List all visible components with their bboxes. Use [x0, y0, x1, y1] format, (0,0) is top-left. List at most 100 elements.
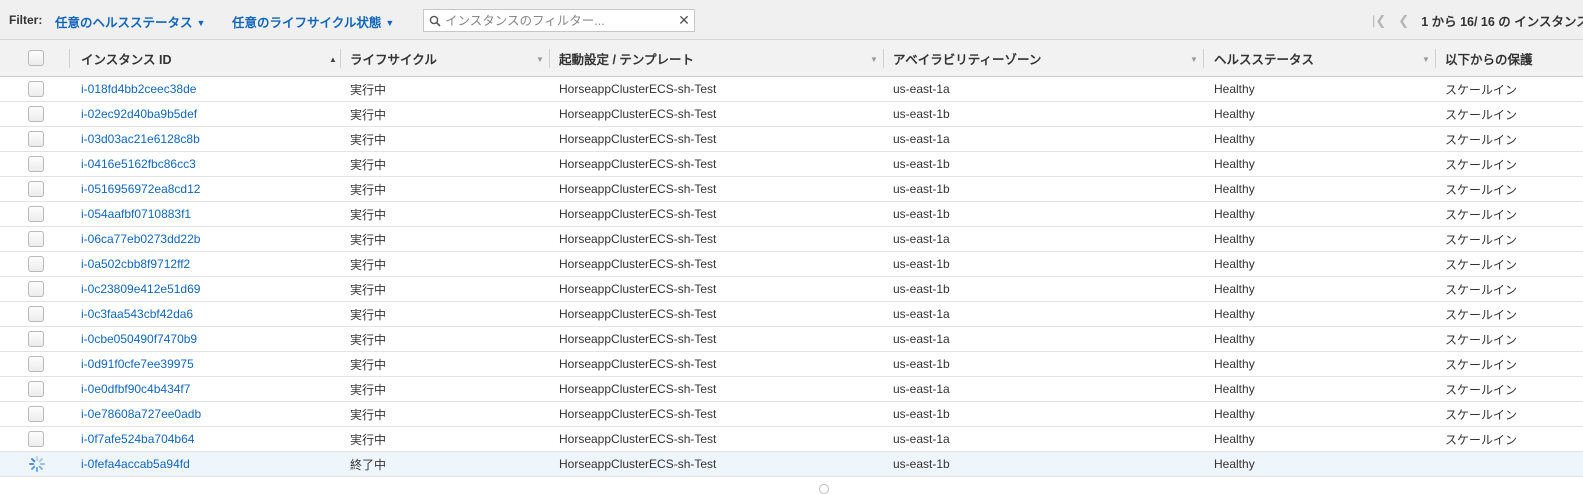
lifecycle-state: 実行中 — [350, 307, 387, 322]
instance-id-link[interactable]: i-0e78608a727ee0adb — [81, 402, 336, 426]
launch-config-name: HorseappClusterECS-sh-Test — [559, 132, 717, 146]
column-menu-icon[interactable]: ▼ — [536, 55, 544, 64]
row-select-cell — [28, 227, 48, 251]
instance-id-link[interactable]: i-0fefa4accab5a94fd — [81, 452, 336, 476]
row-checkbox[interactable] — [28, 231, 44, 247]
row-checkbox[interactable] — [28, 281, 44, 297]
lifecycle-state-dropdown[interactable]: 任意のライフサイクル状態 ▼ — [232, 12, 394, 31]
column-header-lifecycle[interactable]: ライフサイクル — [350, 40, 530, 76]
health-status: Healthy — [1214, 207, 1255, 221]
first-page-icon[interactable]: |❮ — [1372, 13, 1386, 29]
row-checkbox[interactable] — [28, 206, 44, 222]
table-row[interactable]: i-03d03ac21e6128c8b 実行中 HorseappClusterE… — [0, 127, 1583, 152]
instance-id-link[interactable]: i-02ec92d40ba9b5def — [81, 102, 336, 126]
launch-config-name: HorseappClusterECS-sh-Test — [559, 82, 717, 96]
table-row[interactable]: i-06ca77eb0273dd22b 実行中 HorseappClusterE… — [0, 227, 1583, 252]
table-row[interactable]: i-0f7afe524ba704b64 実行中 HorseappClusterE… — [0, 427, 1583, 452]
column-menu-icon[interactable]: ▼ — [870, 55, 878, 64]
instance-filter-input[interactable] — [441, 13, 674, 28]
lifecycle-state: 実行中 — [350, 282, 387, 297]
row-checkbox[interactable] — [28, 356, 44, 372]
table-row[interactable]: i-02ec92d40ba9b5def 実行中 HorseappClusterE… — [0, 102, 1583, 127]
instance-id-link[interactable]: i-0f7afe524ba704b64 — [81, 427, 336, 451]
lifecycle-state: 実行中 — [350, 232, 387, 247]
instance-id-link[interactable]: i-0e0dfbf90c4b434f7 — [81, 377, 336, 401]
column-separator — [69, 49, 70, 68]
column-header-label: アベイラビリティーゾーン — [893, 52, 1042, 67]
table-row[interactable]: i-0a502cbb8f9712ff2 実行中 HorseappClusterE… — [0, 252, 1583, 277]
table-row[interactable]: i-054aafbf0710883f1 実行中 HorseappClusterE… — [0, 202, 1583, 227]
sort-ascending-icon[interactable]: ▲ — [329, 55, 337, 64]
row-checkbox[interactable] — [28, 331, 44, 347]
table-row[interactable]: i-0416e5162fbc86cc3 実行中 HorseappClusterE… — [0, 152, 1583, 177]
table-row[interactable]: i-0e0dfbf90c4b434f7 実行中 HorseappClusterE… — [0, 377, 1583, 402]
row-checkbox[interactable] — [28, 156, 44, 172]
launch-config-name: HorseappClusterECS-sh-Test — [559, 157, 717, 171]
select-all-checkbox[interactable] — [28, 50, 44, 66]
table-row[interactable]: i-0e78608a727ee0adb 実行中 HorseappClusterE… — [0, 402, 1583, 427]
row-checkbox[interactable] — [28, 381, 44, 397]
health-status: Healthy — [1214, 232, 1255, 246]
row-select-cell — [28, 452, 48, 476]
protection-status: スケールイン — [1445, 182, 1518, 197]
instance-id-link[interactable]: i-054aafbf0710883f1 — [81, 202, 336, 226]
instance-id-link[interactable]: i-0c23809e412e51d69 — [81, 277, 336, 301]
instance-id-link[interactable]: i-0cbe050490f7470b9 — [81, 327, 336, 351]
column-header-availability-zone[interactable]: アベイラビリティーゾーン — [893, 40, 1183, 76]
table-row[interactable]: i-018fd4bb2ceec38de 実行中 HorseappClusterE… — [0, 77, 1583, 102]
instance-id-link[interactable]: i-0d91f0cfe7ee39975 — [81, 352, 336, 376]
health-status: Healthy — [1214, 107, 1255, 121]
instance-id-link[interactable]: i-018fd4bb2ceec38de — [81, 77, 336, 101]
row-select-cell — [28, 402, 48, 426]
health-status-dropdown[interactable]: 任意のヘルスステータス ▼ — [55, 12, 205, 31]
lifecycle-state: 実行中 — [350, 107, 387, 122]
prev-page-icon[interactable]: ❮ — [1398, 13, 1409, 29]
instance-id-link[interactable]: i-0416e5162fbc86cc3 — [81, 152, 336, 176]
column-header-launch-config[interactable]: 起動設定 / テンプレート — [559, 40, 859, 76]
row-select-cell — [28, 127, 48, 151]
launch-config-name: HorseappClusterECS-sh-Test — [559, 282, 717, 296]
row-checkbox[interactable] — [28, 131, 44, 147]
protection-status: スケールイン — [1445, 207, 1518, 222]
column-header-instance-id[interactable]: インスタンス ID — [81, 40, 321, 76]
row-checkbox[interactable] — [28, 431, 44, 447]
close-icon[interactable]: ✕ — [674, 12, 694, 29]
filter-label: Filter: — [9, 13, 43, 27]
instance-id-link[interactable]: i-0c3faa543cbf42da6 — [81, 302, 336, 326]
health-status: Healthy — [1214, 307, 1255, 321]
row-checkbox[interactable] — [28, 256, 44, 272]
protection-status: スケールイン — [1445, 407, 1518, 422]
column-header-health-status[interactable]: ヘルスステータス — [1214, 40, 1414, 76]
table-row[interactable]: i-0fefa4accab5a94fd 終了中 HorseappClusterE… — [0, 452, 1583, 477]
row-checkbox[interactable] — [28, 106, 44, 122]
row-checkbox[interactable] — [28, 306, 44, 322]
column-header-protection[interactable]: 以下からの保護 — [1445, 40, 1575, 76]
row-select-cell — [28, 427, 48, 451]
table-row[interactable]: i-0516956972ea8cd12 実行中 HorseappClusterE… — [0, 177, 1583, 202]
row-checkbox[interactable] — [28, 406, 44, 422]
availability-zone: us-east-1b — [893, 282, 950, 296]
row-checkbox[interactable] — [28, 181, 44, 197]
launch-config-name: HorseappClusterECS-sh-Test — [559, 232, 717, 246]
instance-id-link[interactable]: i-0a502cbb8f9712ff2 — [81, 252, 336, 276]
protection-status: スケールイン — [1445, 157, 1518, 172]
lifecycle-state: 実行中 — [350, 257, 387, 272]
instance-id-link[interactable]: i-0516956972ea8cd12 — [81, 177, 336, 201]
column-header-label: ヘルスステータス — [1214, 52, 1315, 67]
health-status: Healthy — [1214, 357, 1255, 371]
instances-table: インスタンス ID ▲ ライフサイクル ▼ 起動設定 / テンプレート ▼ アベ… — [0, 40, 1583, 477]
table-row[interactable]: i-0d91f0cfe7ee39975 実行中 HorseappClusterE… — [0, 352, 1583, 377]
instance-id-link[interactable]: i-03d03ac21e6128c8b — [81, 127, 336, 151]
column-menu-icon[interactable]: ▼ — [1422, 55, 1430, 64]
row-checkbox[interactable] — [28, 81, 44, 97]
availability-zone: us-east-1b — [893, 157, 950, 171]
row-select-cell — [28, 202, 48, 226]
table-row[interactable]: i-0c23809e412e51d69 実行中 HorseappClusterE… — [0, 277, 1583, 302]
table-row[interactable]: i-0c3faa543cbf42da6 実行中 HorseappClusterE… — [0, 302, 1583, 327]
instance-id-link[interactable]: i-06ca77eb0273dd22b — [81, 227, 336, 251]
lifecycle-state: 終了中 — [350, 457, 387, 472]
column-menu-icon[interactable]: ▼ — [1190, 55, 1198, 64]
row-select-cell — [28, 177, 48, 201]
table-row[interactable]: i-0cbe050490f7470b9 実行中 HorseappClusterE… — [0, 327, 1583, 352]
row-select-cell — [28, 252, 48, 276]
